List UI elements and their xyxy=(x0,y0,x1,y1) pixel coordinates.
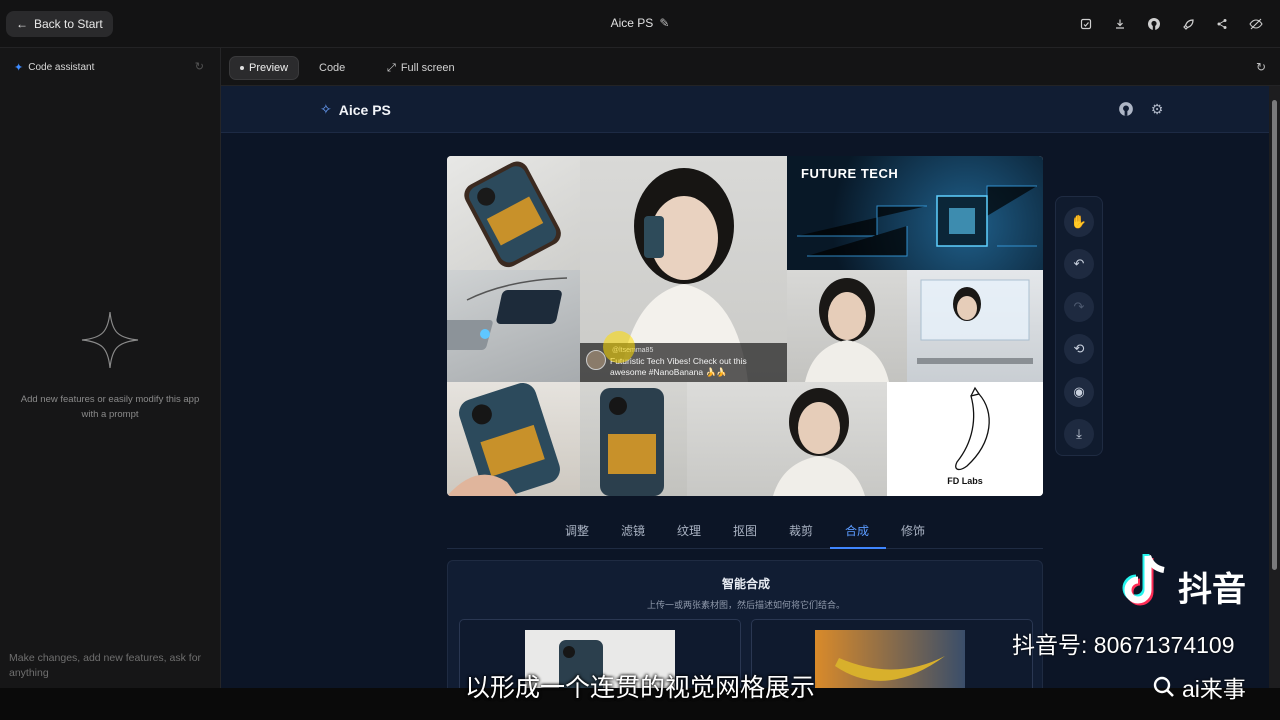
edit-tabs: 调整 滤镜 纹理 抠图 裁剪 合成 修饰 xyxy=(447,512,1043,549)
douyin-account-id: 抖音号: 80671374109 xyxy=(1012,632,1235,658)
hide-icon[interactable] xyxy=(1246,14,1266,34)
view-tabs-bar: Preview Code ⤢ Full screen ↻ xyxy=(221,48,1280,86)
share-icon[interactable] xyxy=(1212,14,1232,34)
phone-case-back-tile xyxy=(580,382,687,496)
panel-subtitle: 上传一或两张素材图，然后描述如何将它们结合。 xyxy=(646,600,845,610)
undo-icon[interactable]: ↶ xyxy=(1064,249,1094,279)
project-title-text: Aice PS xyxy=(610,16,654,30)
top-bar: ← Back to Start Aice PS ✎ xyxy=(0,0,1280,48)
preview-scrollbar[interactable] xyxy=(1269,86,1280,688)
download-icon[interactable] xyxy=(1110,14,1130,34)
pencil-icon[interactable]: ✎ xyxy=(659,16,669,30)
portrait-side-tile xyxy=(687,382,887,496)
assistant-hint: Add new features or easily modify this a… xyxy=(20,394,200,420)
fd-labs-label: FD Labs xyxy=(947,476,983,486)
sparkle-icon: ✦ xyxy=(14,62,24,74)
future-tech-circuit-tile: FUTURE TECH xyxy=(787,156,1043,270)
phone-case-tile xyxy=(447,156,580,270)
tab-compose[interactable]: 合成 xyxy=(845,522,869,539)
hologram-interface-tile xyxy=(907,270,1043,382)
active-tab-indicator xyxy=(830,547,886,549)
tab-adjust[interactable]: 调整 xyxy=(565,522,589,539)
code-assistant-title: Code assistant xyxy=(28,62,95,73)
app-header: ✧ Aice PS ⚙ xyxy=(221,86,1269,133)
douyin-logo-icon xyxy=(1122,554,1165,606)
banana-sketch-tile: FD Labs xyxy=(887,382,1043,496)
sparkle-outline-icon xyxy=(81,311,139,369)
cursor-highlight xyxy=(603,331,635,363)
charging-pad-tile xyxy=(447,270,580,382)
tab-code-label: Code xyxy=(319,62,346,74)
tab-texture[interactable]: 纹理 xyxy=(677,522,701,539)
hand-holding-phone-tile xyxy=(447,382,580,496)
douyin-search: ai来事 xyxy=(1152,670,1246,704)
tab-preview-label: Preview xyxy=(249,62,289,74)
tab-filter[interactable]: 滤镜 xyxy=(621,522,645,539)
panel-title: 智能合成 xyxy=(721,577,770,591)
reset-icon[interactable]: ⟲ xyxy=(1064,334,1094,364)
tab-full-screen-label: Full screen xyxy=(400,62,455,74)
tab-preview[interactable]: Preview xyxy=(229,56,300,80)
scrollbar-thumb[interactable] xyxy=(1272,100,1277,570)
active-dot-icon xyxy=(240,66,244,70)
tab-crop[interactable]: 裁剪 xyxy=(789,522,813,539)
github-icon[interactable] xyxy=(1144,14,1164,34)
tab-retouch[interactable]: 修饰 xyxy=(901,522,925,539)
search-icon xyxy=(1153,676,1174,697)
app-preview: ✧ Aice PS ⚙ FUTURE TECH FD Labs Futurist… xyxy=(221,86,1269,688)
eye-compare-icon[interactable]: ◉ xyxy=(1064,377,1094,407)
caption-text: Futuristic Tech Vibes! Check out this aw… xyxy=(610,356,747,377)
tab-code[interactable]: Code xyxy=(309,56,355,80)
tab-full-screen[interactable]: ⤢ Full screen xyxy=(377,56,465,80)
redo-icon[interactable]: ↷ xyxy=(1064,292,1094,322)
tool-rail: ✋ ↶ ↷ ⟲ ◉ ⤓ xyxy=(1055,196,1103,456)
hand-pan-icon[interactable]: ✋ xyxy=(1064,207,1094,237)
tab-cutout[interactable]: 抠图 xyxy=(733,522,757,539)
douyin-brand: 抖音 xyxy=(1178,571,1246,609)
expand-icon: ⤢ xyxy=(387,61,396,74)
woman-phone-tile xyxy=(787,270,907,382)
future-tech-banner: FUTURE TECH xyxy=(801,166,899,181)
refresh-icon[interactable]: ↻ xyxy=(195,60,204,73)
video-subtitle: 以形成一个连贯的视觉网格展示 xyxy=(464,674,815,702)
download-icon[interactable]: ⤓ xyxy=(1064,419,1094,449)
avatar xyxy=(586,350,606,370)
reload-preview-icon[interactable]: ↻ xyxy=(1256,60,1266,74)
top-actions xyxy=(1076,14,1266,34)
code-assistant-sidebar: ✦ Code assistant ↻ Add new features or e… xyxy=(0,48,221,688)
douyin-search-text: ai来事 xyxy=(1182,676,1246,702)
code-assistant-header: ✦ Code assistant xyxy=(14,61,94,74)
sparkles-icon: ✧ xyxy=(320,101,332,117)
app-logo: ✧ Aice PS xyxy=(320,101,391,118)
settings-gear-icon[interactable]: ⚙ xyxy=(1148,100,1166,118)
save-icon[interactable] xyxy=(1076,14,1096,34)
github-icon[interactable] xyxy=(1117,100,1135,118)
deploy-rocket-icon[interactable] xyxy=(1178,14,1198,34)
app-name: Aice PS xyxy=(338,101,391,118)
image-canvas[interactable]: FUTURE TECH FD Labs Futuristic Tech Vibe… xyxy=(447,156,1043,496)
